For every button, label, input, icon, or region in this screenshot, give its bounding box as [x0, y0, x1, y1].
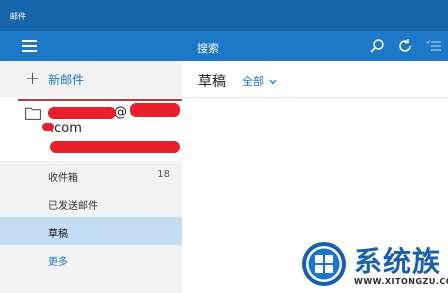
folder-drafts[interactable]: 草稿 — [0, 217, 182, 245]
redaction-mark — [50, 141, 180, 153]
folder-icon — [25, 107, 41, 120]
mail-app: 邮件 搜索 + 新邮件 @ .com 收件箱 18 已发送邮件 草稿 更多 草稿… — [0, 0, 448, 293]
account-item[interactable]: @ .com — [0, 97, 182, 161]
folder-inbox[interactable]: 收件箱 18 — [0, 161, 182, 189]
new-mail-label: 新邮件 — [48, 72, 85, 87]
chevron-down-icon — [269, 79, 276, 85]
redaction-mark — [130, 103, 180, 117]
folder-label: 草稿 — [48, 229, 68, 240]
nav-bar: 搜索 — [0, 31, 448, 61]
hamburger-icon[interactable] — [22, 40, 37, 52]
sync-icon[interactable] — [397, 38, 413, 54]
account-email-line2: .com — [50, 121, 82, 136]
title-bar: 邮件 — [0, 0, 448, 31]
plus-icon: + — [25, 68, 41, 89]
folder-label: 收件箱 — [48, 173, 78, 184]
redaction-mark — [48, 107, 116, 119]
redaction-mark — [42, 123, 54, 131]
folder-list: 收件箱 18 已发送邮件 草稿 更多 — [0, 161, 182, 273]
window-title: 邮件 — [10, 12, 26, 21]
windows-logo-icon — [302, 242, 346, 286]
new-mail-button[interactable]: + 新邮件 — [25, 70, 84, 88]
search-box[interactable]: 搜索 — [197, 40, 219, 56]
folder-label: 已发送邮件 — [48, 201, 98, 212]
header-rule — [182, 97, 448, 98]
folder-title: 草稿 — [198, 74, 226, 90]
folder-label: 更多 — [48, 257, 68, 268]
search-icon[interactable] — [369, 38, 385, 54]
filter-label: 全部 — [242, 75, 264, 88]
folder-more[interactable]: 更多 — [0, 245, 182, 273]
watermark-url: WWW.XITONGZU.COM — [354, 277, 448, 286]
watermark-title: 系统族 — [354, 245, 442, 278]
filter-dropdown[interactable]: 全部 — [242, 73, 277, 89]
unread-count: 18 — [157, 169, 170, 180]
folder-sent[interactable]: 已发送邮件 — [0, 189, 182, 217]
navigation-pane: + 新邮件 @ .com 收件箱 18 已发送邮件 草稿 更多 — [0, 61, 182, 293]
select-mode-icon[interactable] — [426, 39, 442, 53]
watermark: 系统族 WWW.XITONGZU.COM — [298, 236, 448, 293]
